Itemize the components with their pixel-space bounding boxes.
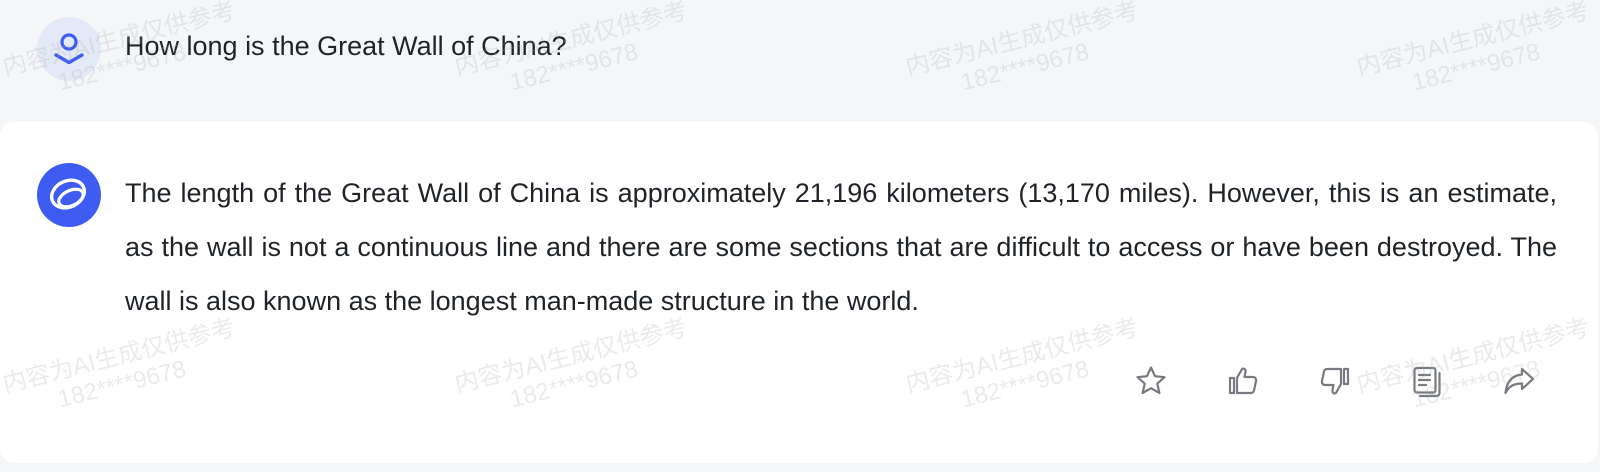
chat-thread: How long is the Great Wall of China? The… <box>0 0 1600 472</box>
user-message: How long is the Great Wall of China? <box>0 0 1600 122</box>
like-button[interactable] <box>1224 362 1262 400</box>
thumbs-up-icon <box>1228 367 1258 395</box>
dislike-button[interactable] <box>1316 362 1354 400</box>
share-arrow-icon <box>1504 367 1535 395</box>
copy-button[interactable] <box>1408 362 1446 400</box>
share-button[interactable] <box>1500 362 1538 400</box>
answer-action-bar <box>1132 362 1538 400</box>
assistant-answer-card: The length of the Great Wall of China is… <box>0 122 1598 463</box>
star-icon <box>1136 366 1166 395</box>
favorite-button[interactable] <box>1132 362 1170 400</box>
assistant-avatar <box>37 163 101 227</box>
user-person-icon <box>54 33 84 65</box>
assistant-logo-icon <box>49 178 87 210</box>
user-avatar <box>37 17 101 81</box>
assistant-answer-text: The length of the Great Wall of China is… <box>125 178 1557 316</box>
user-question-text: How long is the Great Wall of China? <box>125 31 567 61</box>
copy-icon <box>1413 366 1441 398</box>
thumbs-down-icon <box>1320 367 1350 395</box>
